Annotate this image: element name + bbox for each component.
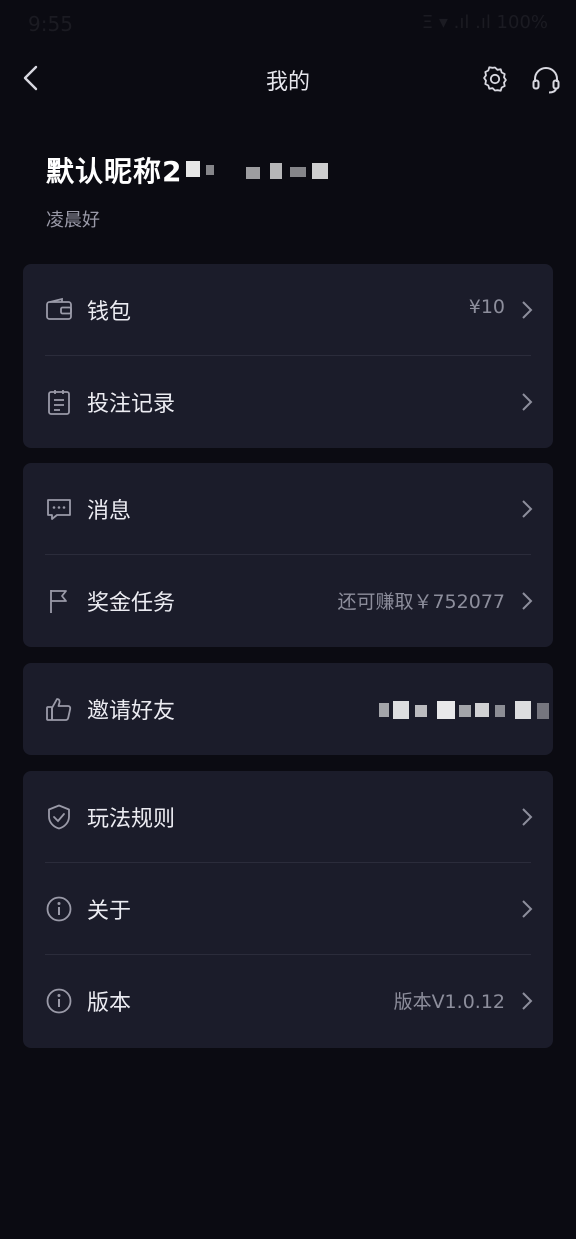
rules-row[interactable]: 玩法规则	[23, 771, 553, 863]
bet-records-row[interactable]: 投注记录	[23, 356, 553, 448]
wallet-balance: ¥10	[468, 296, 505, 318]
chevron-right-icon	[522, 900, 533, 918]
redacted-invite-code	[379, 699, 555, 721]
card-info: 玩法规则 关于 版本 版本V1.0.12	[23, 771, 553, 1048]
nickname: 默认昵称2	[46, 155, 183, 188]
chevron-right-icon	[522, 808, 533, 826]
top-nav: 我的	[0, 50, 576, 108]
version-row[interactable]: 版本 版本V1.0.12	[23, 955, 553, 1047]
messages-label: 消息	[87, 499, 132, 524]
messages-row[interactable]: 消息	[23, 463, 553, 555]
version-value: 版本V1.0.12	[393, 991, 505, 1013]
profile-header: 默认昵称2 凌晨好	[46, 150, 336, 232]
clipboard-icon	[48, 390, 70, 415]
info-icon	[46, 988, 72, 1014]
wallet-icon	[46, 297, 72, 320]
version-label: 版本	[87, 991, 132, 1016]
status-icons: Ξ ▾ .ıl .ıl 100%	[421, 12, 548, 33]
status-bar: 9:55 Ξ ▾ .ıl .ıl 100%	[0, 0, 576, 50]
invite-label: 邀请好友	[87, 699, 176, 724]
chevron-right-icon	[522, 301, 533, 319]
redacted-id	[186, 157, 336, 183]
bet-records-label: 投注记录	[87, 392, 176, 417]
bonus-tasks-value: 还可赚取￥752077	[337, 591, 505, 613]
chevron-right-icon	[522, 592, 533, 610]
card-invite: 邀请好友	[23, 663, 553, 755]
message-icon	[47, 499, 71, 520]
card-messages-tasks: 消息 奖金任务 还可赚取￥752077	[23, 463, 553, 647]
invite-row[interactable]: 邀请好友	[23, 663, 553, 755]
wallet-row[interactable]: 钱包 ¥10	[23, 264, 553, 356]
headset-icon[interactable]	[530, 64, 562, 96]
info-icon	[46, 896, 72, 922]
status-time: 9:55	[28, 12, 73, 36]
flag-icon	[50, 590, 67, 613]
about-row[interactable]: 关于	[23, 863, 553, 955]
greeting: 凌晨好	[46, 210, 100, 231]
chevron-right-icon	[522, 500, 533, 518]
chevron-right-icon	[522, 393, 533, 411]
chevron-right-icon	[522, 992, 533, 1010]
card-wallet-records: 钱包 ¥10 投注记录	[23, 264, 553, 448]
shield-check-icon	[48, 804, 70, 830]
wallet-label: 钱包	[87, 300, 132, 325]
rules-label: 玩法规则	[87, 807, 176, 832]
gear-icon[interactable]	[480, 64, 510, 94]
thumbs-up-icon	[46, 698, 72, 721]
nickname-row: 默认昵称2	[46, 150, 336, 190]
bonus-tasks-label: 奖金任务	[87, 591, 176, 616]
bonus-tasks-row[interactable]: 奖金任务 还可赚取￥752077	[23, 555, 553, 647]
about-label: 关于	[87, 899, 132, 924]
